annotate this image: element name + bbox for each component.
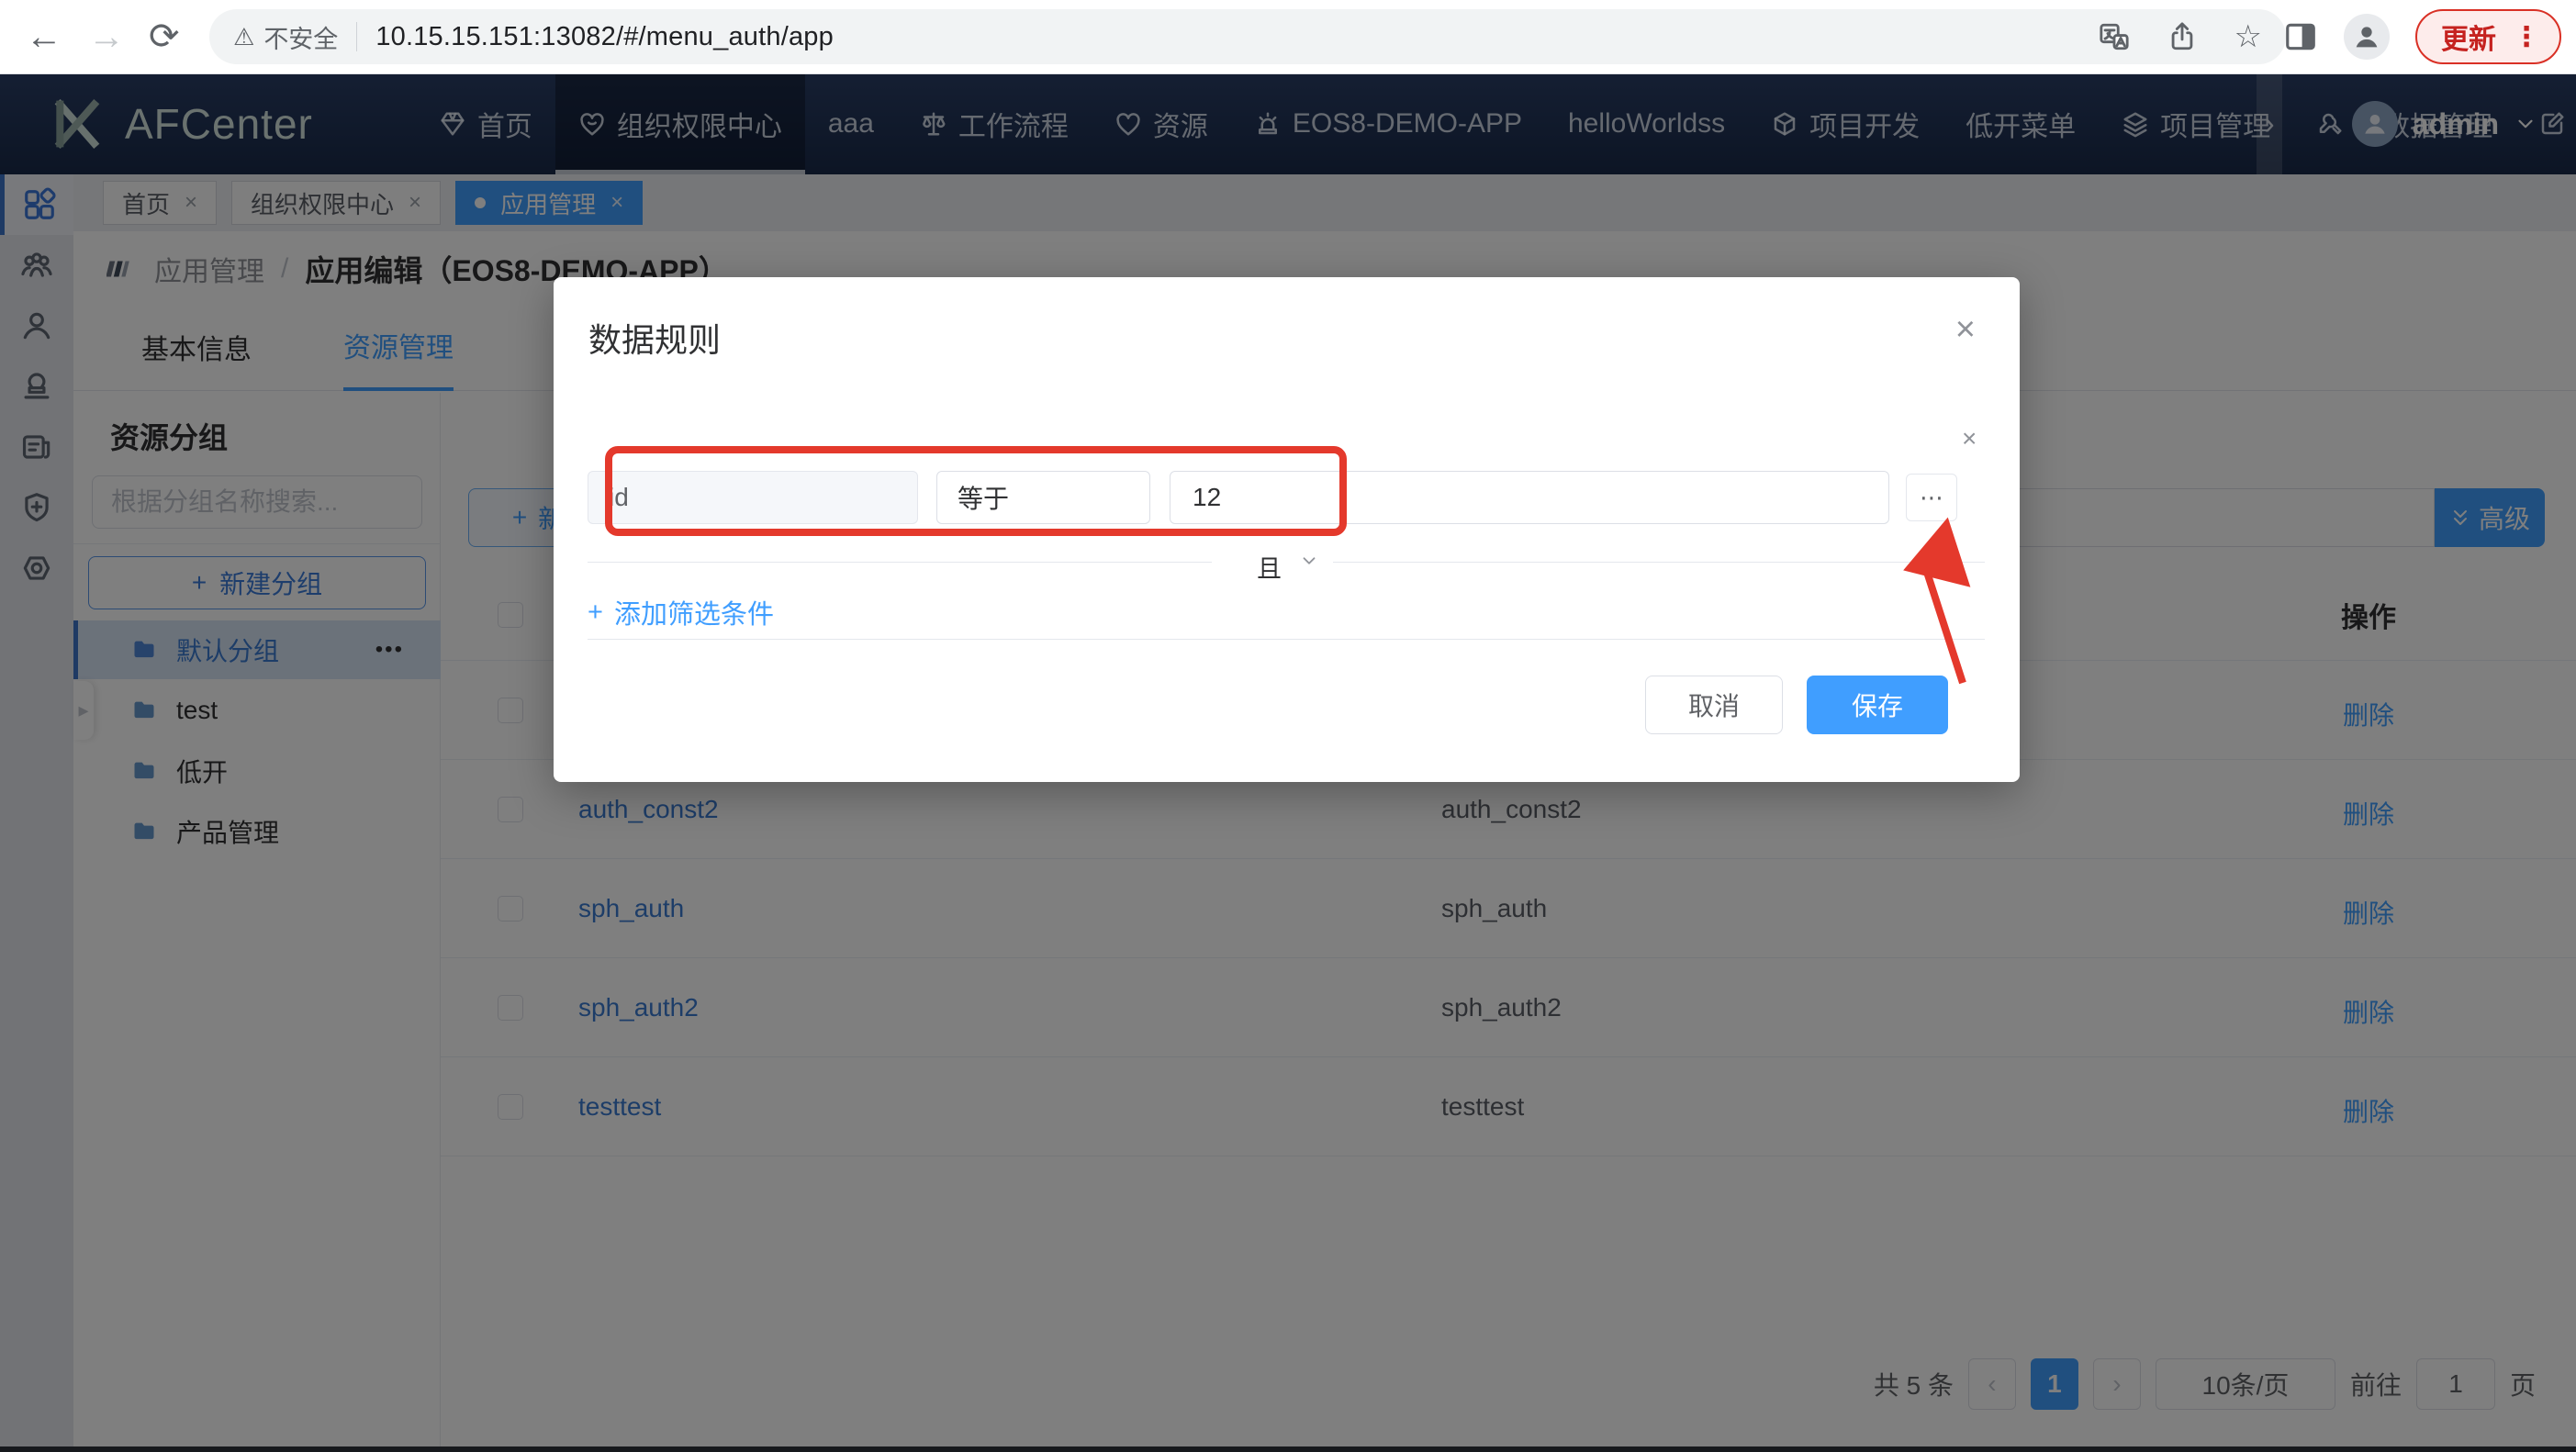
browser-profile-avatar[interactable] [2344,14,2390,60]
divider [1333,562,1985,563]
add-condition-label: 添加筛选条件 [614,593,774,631]
url-text[interactable]: 10.15.15.151:13082/#/menu_auth/app [375,22,834,52]
dialog-title: 数据规则 [588,314,721,362]
share-icon[interactable] [2167,21,2198,52]
app-page: AFCenter 首页 组织权限中心 aaa 工作流程 资源 [0,73,2576,1446]
warning-icon: ⚠ [233,23,254,51]
logic-row: 且 [554,549,2020,576]
divider [588,639,1985,640]
divider [356,22,357,51]
data-rule-dialog: 数据规则 × × id 等于 12 ⋯ 且 + 添加筛选条件 取消 保存 [554,277,2020,782]
cancel-button[interactable]: 取消 [1645,676,1783,734]
logic-and-select[interactable]: 且 [1257,549,1282,585]
side-panel-icon[interactable] [2283,19,2318,54]
browser-update-button[interactable]: 更新 ⋮ [2415,9,2561,64]
browser-forward-button[interactable]: → [88,17,125,57]
bookmark-star-icon[interactable]: ☆ [2234,18,2262,55]
rule-operator-select[interactable]: 等于 [936,471,1150,524]
add-condition-link[interactable]: + 添加筛选条件 [588,593,774,631]
update-label: 更新 [2441,17,2496,57]
browser-chrome: ← → ⟳ ⚠ 不安全 10.15.15.151:13082/#/menu_au… [0,0,2576,74]
plus-icon: + [588,598,603,628]
remove-condition-icon[interactable]: × [1962,424,1977,453]
rule-more-button[interactable]: ⋯ [1906,474,1957,521]
address-bar[interactable]: ⚠ 不安全 10.15.15.151:13082/#/menu_auth/app… [209,9,2286,64]
chevron-down-icon [1299,551,1319,571]
rule-field-input[interactable]: id [588,471,918,524]
dialog-close-icon[interactable]: × [1955,312,1976,347]
browser-reload-button[interactable]: ⟳ [149,17,180,57]
security-label[interactable]: 不安全 [263,19,338,55]
browser-menu-icon[interactable]: ⋮ [2513,21,2541,53]
screen-bottom-edge [0,1446,2576,1452]
translate-icon[interactable] [2099,21,2130,52]
browser-back-button[interactable]: ← [26,17,62,57]
rule-value-input[interactable]: 12 [1170,471,1889,524]
save-button[interactable]: 保存 [1807,676,1948,734]
divider [588,562,1212,563]
